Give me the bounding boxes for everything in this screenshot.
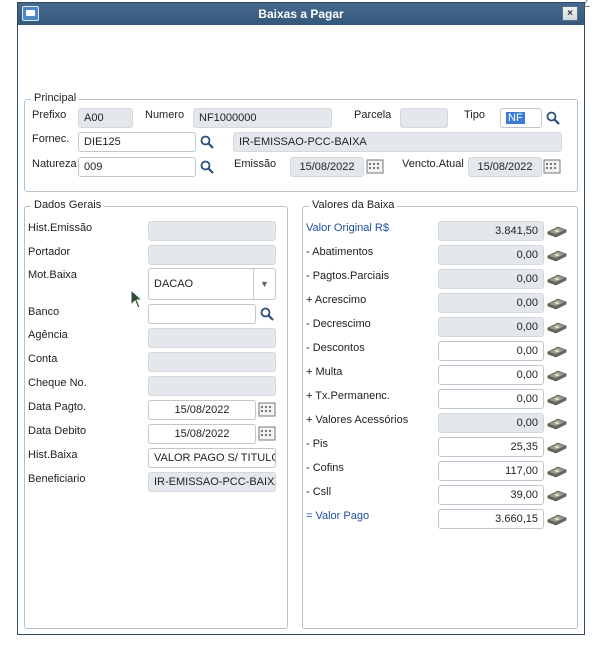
hist-baixa-field[interactable]: VALOR PAGO S/ TITULO [148, 448, 276, 468]
data-pagto-calendar-icon[interactable] [258, 401, 276, 417]
tipo-value: NF [506, 112, 525, 124]
valor-field[interactable]: 0,00 [438, 389, 544, 409]
money-icon[interactable] [546, 224, 568, 238]
valor-field[interactable]: 0,00 [438, 269, 544, 289]
beneficiario-label: Beneficiario [28, 473, 86, 485]
portador-field[interactable] [148, 245, 276, 265]
money-icon[interactable] [546, 320, 568, 334]
emissao-label: Emissão [234, 158, 277, 170]
valor-label: - Descontos [306, 342, 365, 354]
valor-field[interactable]: 0,00 [438, 341, 544, 361]
valor-field[interactable]: 0,00 [438, 413, 544, 433]
valor-label: - Pis [306, 438, 328, 450]
numero-label: Numero [145, 109, 185, 121]
money-icon[interactable] [546, 344, 568, 358]
valor-field[interactable]: 3.841,50 [438, 221, 544, 241]
valor-label: - Csll [306, 486, 332, 498]
tipo-label: Tipo [464, 109, 485, 121]
valor-label: + Tx.Permanenc. [306, 390, 390, 402]
money-icon[interactable] [546, 512, 568, 526]
fornec-search-icon[interactable] [200, 135, 214, 149]
mot-baixa-label: Mot.Baixa [28, 269, 77, 281]
numero-field[interactable]: NF1000000 [193, 108, 332, 128]
valor-label: - Abatimentos [306, 246, 374, 258]
money-icon[interactable] [546, 296, 568, 310]
mot-baixa-select[interactable]: DACAO ▼ [148, 268, 276, 300]
money-icon[interactable] [546, 488, 568, 502]
emissao-calendar-icon[interactable] [366, 158, 384, 174]
prefixo-label: Prefixo [32, 109, 67, 121]
vencto-label: Vencto.Atual [402, 158, 464, 170]
agencia-label: Agência [28, 329, 68, 341]
banco-search-icon[interactable] [260, 307, 274, 321]
window-title: Baixas a Pagar [258, 7, 344, 21]
tipo-field[interactable]: NF [500, 108, 542, 128]
natureza-field[interactable]: 009 [78, 157, 196, 177]
data-pagto-label: Data Pagto. [28, 401, 87, 413]
app-window-icon [22, 6, 39, 21]
baixas-dialog: Baixas a Pagar × Principal Prefixo A00 N… [17, 2, 585, 635]
conta-label: Conta [28, 353, 58, 365]
money-icon[interactable] [546, 392, 568, 406]
mouse-cursor-icon [130, 289, 144, 309]
close-button[interactable]: × [562, 6, 578, 21]
parcela-label: Parcela [354, 109, 392, 121]
data-debito-field[interactable]: 15/08/2022 [148, 424, 256, 444]
prefixo-field[interactable]: A00 [78, 108, 133, 128]
fornec-nome-field[interactable]: IR-EMISSAO-PCC-BAIXA [233, 132, 562, 152]
parcela-field[interactable] [400, 108, 448, 128]
hist-baixa-label: Hist.Baixa [28, 449, 78, 461]
conta-field[interactable] [148, 352, 276, 372]
natureza-label: Natureza [32, 158, 77, 170]
vencto-field[interactable]: 15/08/2022 [468, 157, 542, 177]
cheque-field[interactable] [148, 376, 276, 396]
emissao-field[interactable]: 15/08/2022 [290, 157, 364, 177]
hist-emissao-field[interactable] [148, 221, 276, 241]
agencia-field[interactable] [148, 328, 276, 348]
vencto-calendar-icon[interactable] [543, 158, 561, 174]
dados-gerais-title: Dados Gerais [31, 199, 105, 211]
money-icon[interactable] [546, 464, 568, 478]
data-pagto-field[interactable]: 15/08/2022 [148, 400, 256, 420]
money-icon[interactable] [546, 440, 568, 454]
valor-field[interactable]: 117,00 [438, 461, 544, 481]
money-icon[interactable] [546, 416, 568, 430]
portador-label: Portador [28, 246, 71, 258]
banco-label: Banco [28, 306, 60, 318]
data-debito-calendar-icon[interactable] [258, 425, 276, 441]
valor-field[interactable]: 0,00 [438, 317, 544, 337]
tipo-search-icon[interactable] [546, 111, 560, 125]
mot-baixa-value: DACAO [154, 278, 194, 290]
valor-field[interactable]: 3.660,15 [438, 509, 544, 529]
fornec-label: Fornec. [32, 133, 70, 145]
valor-field[interactable]: 0,00 [438, 293, 544, 313]
valores-baixa-title: Valores da Baixa [309, 199, 398, 211]
valor-label: + Acrescimo [306, 294, 367, 306]
money-icon[interactable] [546, 248, 568, 262]
valor-label: Valor Original R$ [306, 222, 389, 234]
cheque-label: Cheque No. [28, 377, 87, 389]
money-icon[interactable] [546, 368, 568, 382]
title-bar: Baixas a Pagar × [18, 3, 584, 25]
valor-label: = Valor Pago [306, 510, 370, 522]
money-icon[interactable] [546, 272, 568, 286]
hist-emissao-label: Hist.Emissão [28, 222, 93, 234]
natureza-search-icon[interactable] [200, 160, 214, 174]
valor-label: - Decrescimo [306, 318, 371, 330]
valor-label: - Pagtos.Parciais [306, 270, 390, 282]
fornec-field[interactable]: DIE125 [78, 132, 196, 152]
principal-group-title: Principal [31, 92, 80, 104]
valor-label: - Cofins [306, 462, 344, 474]
banco-field[interactable] [148, 304, 256, 324]
valor-label: + Valores Acessórios [306, 414, 409, 426]
valor-field[interactable]: 25,35 [438, 437, 544, 457]
data-debito-label: Data Debito [28, 425, 87, 437]
valor-field[interactable]: 0,00 [438, 365, 544, 385]
valor-field[interactable]: 39,00 [438, 485, 544, 505]
valor-field[interactable]: 0,00 [438, 245, 544, 265]
valor-label: + Multa [306, 366, 343, 378]
chevron-down-icon[interactable]: ▼ [253, 269, 275, 299]
beneficiario-field[interactable]: IR-EMISSAO-PCC-BAIXA [148, 472, 276, 492]
